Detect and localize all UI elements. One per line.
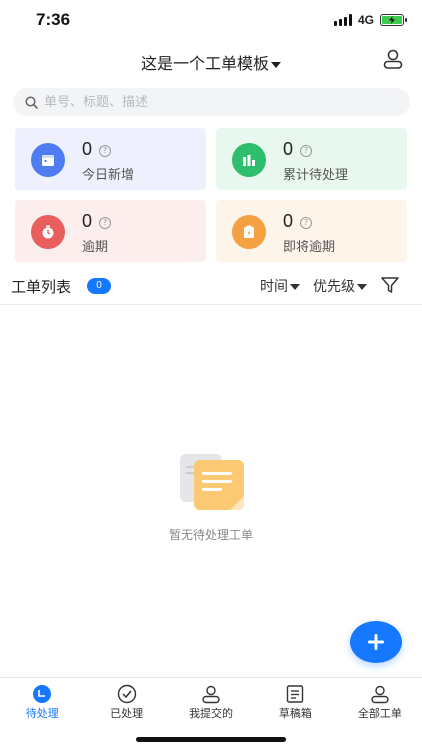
tab-processed[interactable]: 已处理 <box>84 678 168 722</box>
clock-badge-icon <box>31 684 53 704</box>
hourglass-icon <box>232 215 266 249</box>
stat-label: 逾期 <box>82 240 109 255</box>
home-indicator <box>136 737 286 742</box>
stat-value: 0 <box>283 211 294 231</box>
stat-card-today-new[interactable]: 0 ? 今日新增 <box>15 128 206 190</box>
status-indicators: 4G <box>333 13 407 27</box>
header: 这是一个工单模板 <box>0 44 422 76</box>
tab-label: 待处理 <box>25 707 59 720</box>
caret-down-icon <box>271 61 281 68</box>
tab-my-submitted[interactable]: 我提交的 <box>169 678 253 722</box>
list-header: 工单列表 0 时间 优先级 <box>0 272 422 298</box>
plus-icon <box>368 634 384 650</box>
battery-icon <box>380 14 407 26</box>
stat-label: 即将逾期 <box>283 240 336 255</box>
user-icon <box>200 684 222 704</box>
sort-priority-label: 优先级 <box>313 279 355 295</box>
stat-card-overdue[interactable]: 0 ? 逾期 <box>15 200 206 262</box>
search-icon <box>25 95 38 109</box>
sort-by-time[interactable]: 时间 <box>260 276 300 296</box>
empty-documents-icon <box>180 454 244 510</box>
stat-label: 今日新增 <box>82 168 135 183</box>
bar-chart-icon <box>232 143 266 177</box>
help-icon[interactable]: ? <box>300 217 312 229</box>
filter-button[interactable] <box>380 275 400 295</box>
tab-all-tickets[interactable]: 全部工单 <box>338 678 422 722</box>
tab-drafts[interactable]: 草稿箱 <box>253 678 337 722</box>
help-icon[interactable]: ? <box>99 145 111 157</box>
divider <box>0 304 422 305</box>
status-bar: 7:36 4G <box>0 0 422 40</box>
status-time: 7:36 <box>36 10 71 29</box>
tab-label: 全部工单 <box>357 707 402 720</box>
calendar-icon <box>31 143 65 177</box>
tab-label: 已处理 <box>110 707 144 720</box>
user-profile-button[interactable] <box>382 48 404 70</box>
page-title: 这是一个工单模板 <box>140 54 269 73</box>
stat-value: 0 <box>82 211 93 231</box>
filter-icon <box>381 277 399 293</box>
draft-document-icon <box>284 684 306 704</box>
caret-down-icon <box>357 284 367 290</box>
stat-label: 累计待处理 <box>283 168 349 183</box>
stat-value: 0 <box>82 139 93 159</box>
stat-card-pending-total[interactable]: 0 ? 累计待处理 <box>216 128 407 190</box>
list-title: 工单列表 <box>11 278 72 296</box>
signal-icon <box>333 14 352 26</box>
tab-pending[interactable]: 待处理 <box>0 678 84 722</box>
check-circle-icon <box>116 684 138 704</box>
network-type: 4G <box>357 13 374 27</box>
stat-value: 0 <box>283 139 294 159</box>
help-icon[interactable]: ? <box>99 217 111 229</box>
template-selector[interactable]: 这是一个工单模板 <box>0 50 422 74</box>
caret-down-icon <box>290 284 300 290</box>
alarm-clock-icon <box>31 215 65 249</box>
tab-label: 我提交的 <box>189 707 234 720</box>
add-ticket-button[interactable] <box>350 621 402 663</box>
user-icon <box>383 49 403 69</box>
stat-card-due-soon[interactable]: 0 ? 即将逾期 <box>216 200 407 262</box>
search-bar[interactable] <box>13 88 410 116</box>
empty-state-text: 暂无待处理工单 <box>168 528 253 542</box>
users-icon <box>369 684 391 704</box>
count-badge: 0 <box>87 278 111 294</box>
tab-label: 草稿箱 <box>278 707 312 720</box>
search-input[interactable] <box>44 94 344 110</box>
sort-time-label: 时间 <box>260 279 288 295</box>
tab-bar: 待处理 已处理 我提交的 草稿箱 全部工单 <box>0 677 422 722</box>
help-icon[interactable]: ? <box>300 145 312 157</box>
empty-state <box>0 450 422 518</box>
sort-by-priority[interactable]: 优先级 <box>313 276 367 296</box>
